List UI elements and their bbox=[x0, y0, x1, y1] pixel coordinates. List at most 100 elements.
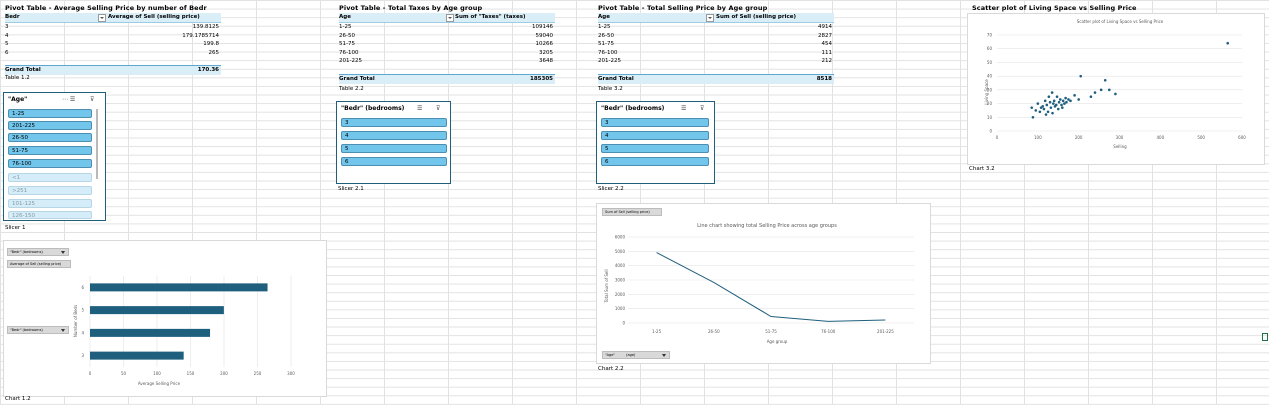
table-row[interactable]: 201-225 212 bbox=[598, 57, 834, 66]
row-label: 26-50 bbox=[339, 32, 355, 39]
data-point bbox=[1052, 99, 1056, 103]
table-row[interactable]: 201-225 3648 bbox=[339, 57, 555, 66]
slicer-item[interactable]: 6 bbox=[601, 157, 709, 166]
slicer-item[interactable]: 101-125 bbox=[8, 199, 92, 208]
data-point bbox=[1038, 110, 1042, 114]
pivot3-grand-total[interactable]: Grand Total 8518 bbox=[598, 74, 834, 84]
filter-dropdown-icon[interactable] bbox=[446, 14, 454, 22]
slicer-item[interactable]: 201-225 bbox=[8, 121, 92, 130]
slicer-item[interactable]: 3 bbox=[601, 118, 709, 127]
clear-filter-icon[interactable]: ⊽ bbox=[700, 105, 704, 112]
slicer-item[interactable]: 5 bbox=[601, 144, 709, 153]
data-point bbox=[1061, 106, 1064, 109]
scatter-chart[interactable]: Scatter plot of Living Space vs Selling … bbox=[967, 13, 1265, 165]
data-point bbox=[1057, 100, 1061, 104]
x-tick-label: 1-25 bbox=[652, 329, 662, 334]
grand-total-value: 170.36 bbox=[197, 67, 219, 73]
data-point bbox=[1031, 115, 1035, 119]
data-point bbox=[1044, 113, 1048, 116]
row-value: 3205 bbox=[539, 49, 553, 56]
pivot1-header: Bedr Average of Sell (selling price) bbox=[5, 13, 221, 23]
pivot2-grand-total[interactable]: Grand Total 185305 bbox=[339, 74, 555, 84]
pivot1-col1: Bedr bbox=[5, 14, 20, 20]
x-tick-label: 200 bbox=[1075, 135, 1083, 140]
slicer-item[interactable]: 51-75 bbox=[8, 146, 92, 155]
x-tick-label: 500 bbox=[1197, 135, 1205, 140]
data-point bbox=[1042, 107, 1046, 111]
slicer-item[interactable]: 26-50 bbox=[8, 133, 92, 142]
multi-select-icon[interactable]: ☰ bbox=[681, 105, 686, 112]
bar-chart[interactable]: "Bedr" (bedrooms) Average of Sell (selli… bbox=[3, 240, 327, 397]
slicer-item[interactable]: 3 bbox=[341, 118, 447, 127]
table-row[interactable]: 51-75 10266 bbox=[339, 40, 555, 49]
table-row[interactable]: 3 139.8125 bbox=[5, 23, 221, 32]
row-label: 1-25 bbox=[339, 24, 352, 30]
table-row[interactable]: 6 265 bbox=[5, 49, 221, 58]
row-value: 265 bbox=[208, 49, 220, 56]
x-tick-label: 51-75 bbox=[765, 329, 777, 334]
table-row[interactable]: 1-25 4914 bbox=[598, 23, 834, 32]
slicer-item[interactable]: 4 bbox=[601, 131, 709, 140]
row-label: 4 bbox=[5, 32, 9, 39]
slicer-item[interactable]: 76-100 bbox=[8, 159, 92, 168]
multi-select-icon[interactable]: ⋯ ☰ bbox=[62, 96, 75, 103]
scatter-heading: Scatter plot of Living Space vs Selling … bbox=[972, 4, 1137, 12]
table-row[interactable]: 76-100 3205 bbox=[339, 49, 555, 58]
data-point bbox=[1089, 95, 1093, 99]
selected-cell[interactable] bbox=[1262, 333, 1268, 341]
data-point bbox=[1069, 99, 1072, 103]
table-row[interactable]: 4 179.1785714 bbox=[5, 32, 221, 41]
table-row[interactable]: 26-50 59040 bbox=[339, 32, 555, 41]
slicer-item[interactable]: 5 bbox=[341, 144, 447, 153]
slicer-item[interactable]: 1-25 bbox=[8, 109, 92, 118]
pivot1-grand-total[interactable]: Grand Total 170.36 bbox=[5, 65, 221, 75]
pivot3-title: Pivot Table - Total Selling Price by Age… bbox=[598, 4, 768, 12]
slicer-item[interactable]: 4 bbox=[341, 131, 447, 140]
table-row[interactable]: 1-25 109146 bbox=[339, 23, 555, 32]
row-label: 51-75 bbox=[339, 41, 355, 48]
table-row[interactable]: 5 199.8 bbox=[5, 40, 221, 49]
line-chart[interactable]: Sum of Sell (selling price) "Age" (age) … bbox=[596, 203, 931, 364]
x-axis-label: Average Selling Price bbox=[138, 381, 181, 386]
table-row[interactable]: 51-75 454 bbox=[598, 40, 834, 49]
row-value: 212 bbox=[821, 58, 833, 65]
slicer1-caption: Slicer 1 bbox=[5, 225, 26, 231]
slicer-age[interactable]: "Age" ⋯ ☰ ⊽ 1-25 201-225 26-50 51-75 76-… bbox=[3, 92, 106, 221]
slicer-bedrooms-2[interactable]: "Bedr" (bedrooms) ☰ ⊽ 3 4 5 6 bbox=[596, 101, 715, 184]
clear-filter-icon[interactable]: ⊽ bbox=[436, 105, 440, 112]
row-value: 4914 bbox=[818, 24, 832, 30]
data-point bbox=[1047, 95, 1051, 99]
multi-select-icon[interactable]: ☰ bbox=[417, 105, 422, 112]
row-value: 199.8 bbox=[203, 41, 219, 48]
series-line bbox=[656, 252, 886, 322]
slicer-item[interactable]: <1 bbox=[8, 173, 92, 182]
table-row[interactable]: 76-100 111 bbox=[598, 49, 834, 58]
x-tick-label: 600 bbox=[1238, 135, 1246, 140]
table-row[interactable]: 26-50 2827 bbox=[598, 32, 834, 41]
category-label: 5 bbox=[81, 308, 84, 313]
x-tick-label: 300 bbox=[1116, 135, 1124, 140]
pivot-table-1[interactable]: Bedr Average of Sell (selling price) 3 13… bbox=[5, 13, 221, 77]
row-value: 139.8125 bbox=[192, 24, 219, 30]
pivot-table-3[interactable]: Age Sum of Sell (selling price) 1-25 4914… bbox=[598, 13, 834, 87]
scatter-chart-svg: Scatter plot of Living Space vs Selling … bbox=[984, 19, 1246, 149]
slicer-bedrooms-1[interactable]: "Bedr" (bedrooms) ☰ ⊽ 3 4 5 6 bbox=[336, 101, 451, 184]
slicer-item[interactable]: 6 bbox=[341, 157, 447, 166]
filter-dropdown-icon[interactable] bbox=[98, 14, 106, 22]
slicer-item[interactable]: 126-150 bbox=[8, 211, 92, 219]
data-point bbox=[1060, 103, 1063, 107]
slicer-item[interactable]: >251 bbox=[8, 186, 92, 195]
filter-dropdown-icon[interactable] bbox=[706, 14, 714, 22]
data-point bbox=[1065, 100, 1068, 104]
clear-filter-icon[interactable]: ⊽ bbox=[90, 96, 94, 103]
grand-total-label: Grand Total bbox=[598, 76, 634, 82]
slicer-scrollbar[interactable] bbox=[96, 109, 98, 179]
data-point bbox=[1049, 106, 1053, 109]
x-tick-label: 250 bbox=[254, 371, 262, 376]
row-label: 1-25 bbox=[598, 24, 611, 30]
row-label: 76-100 bbox=[598, 49, 618, 56]
line-caption: Chart 2.2 bbox=[598, 366, 624, 372]
pivot2-title: Pivot Table - Total Taxes by Age group bbox=[339, 4, 483, 12]
bar bbox=[90, 351, 184, 360]
pivot-table-2[interactable]: Age Sum of "Taxes" (taxes) 1-25 109146 26… bbox=[339, 13, 555, 87]
